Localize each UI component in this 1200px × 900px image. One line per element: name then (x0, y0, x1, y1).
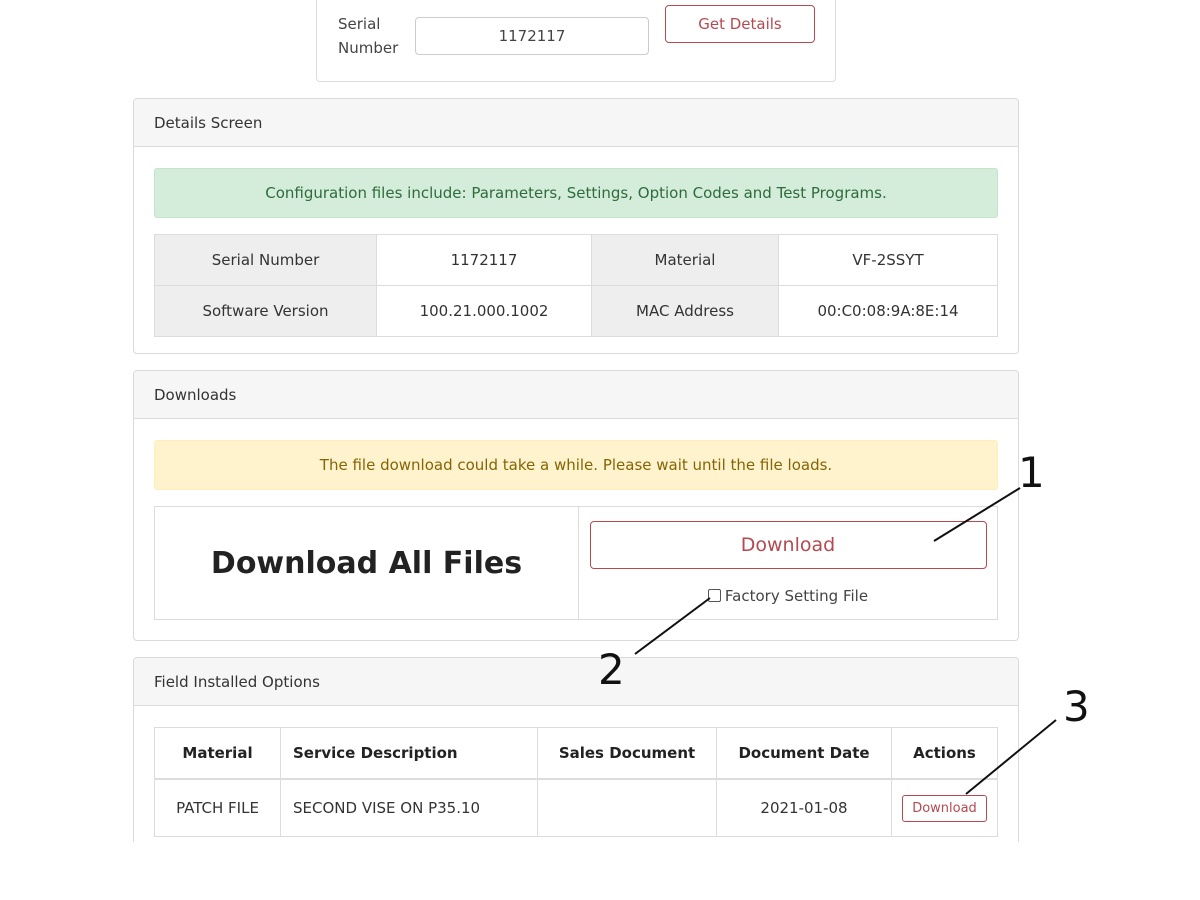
callout-line-3 (965, 719, 1057, 795)
callout-number-2: 2 (598, 645, 625, 694)
callout-number-3: 3 (1063, 682, 1090, 731)
callout-line-2 (634, 597, 711, 655)
callout-number-1: 1 (1018, 448, 1045, 497)
callout-line-1 (933, 487, 1021, 542)
